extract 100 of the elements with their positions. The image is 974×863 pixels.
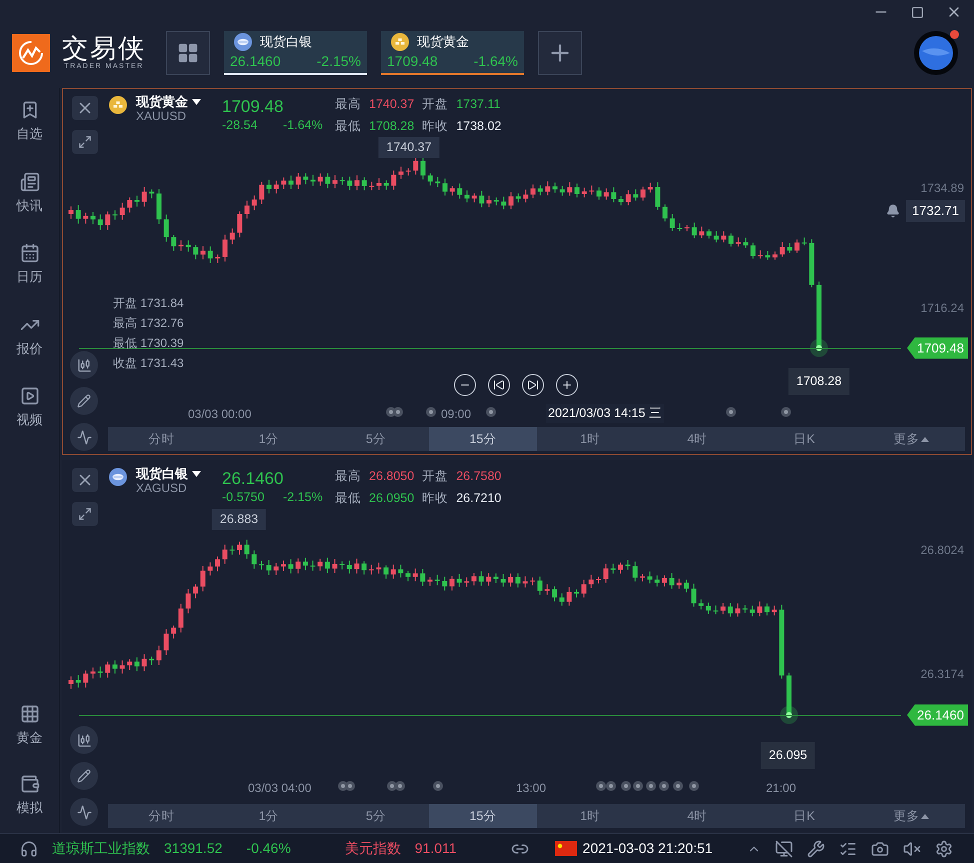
screen-off-icon[interactable] bbox=[774, 840, 793, 858]
datetime: 2021-03-03 21:20:51 bbox=[582, 839, 713, 858]
list-icon[interactable] bbox=[20, 172, 40, 192]
add-button[interactable] bbox=[538, 31, 582, 75]
close-button[interactable] bbox=[72, 468, 98, 492]
quote-price: 1709.48 bbox=[387, 52, 438, 72]
last-price-tag: 26.1460 bbox=[907, 704, 968, 726]
expand-icon[interactable] bbox=[78, 507, 92, 521]
period-tab[interactable]: 1时 bbox=[536, 427, 644, 451]
period-tab[interactable]: 更多 bbox=[858, 804, 965, 828]
alert-price[interactable]: 1732.71 bbox=[906, 200, 965, 222]
ohlc-text: 收盘 1731.43 bbox=[113, 355, 184, 372]
period-tab[interactable]: 分时 bbox=[108, 427, 216, 451]
time-label: 21:00 bbox=[766, 780, 796, 797]
indicator-button[interactable] bbox=[70, 423, 98, 451]
index-name[interactable]: 美元指数 bbox=[344, 838, 401, 859]
sidebar-item[interactable]: 日历 bbox=[16, 267, 42, 286]
settings-icon[interactable] bbox=[934, 840, 953, 858]
quote-tab[interactable]: 现货白银 26.1460 -2.15% bbox=[224, 31, 367, 75]
period-tab[interactable]: 1时 bbox=[536, 804, 644, 828]
period-tab[interactable]: 1分 bbox=[215, 427, 322, 451]
period-tab[interactable]: 日K bbox=[750, 427, 858, 451]
pulse-line-icon[interactable] bbox=[76, 430, 92, 444]
draw-button[interactable] bbox=[70, 387, 98, 415]
mute-icon[interactable] bbox=[902, 840, 921, 858]
period-tab[interactable]: 5分 bbox=[322, 427, 430, 451]
plus-icon[interactable] bbox=[561, 379, 573, 391]
close-button[interactable] bbox=[72, 96, 98, 120]
quote-change: -2.15% bbox=[316, 52, 361, 72]
index-change: -0.46% bbox=[246, 839, 291, 858]
wallet-icon[interactable] bbox=[20, 774, 40, 794]
axis-label: 1716.24 bbox=[920, 300, 964, 317]
stat-label: 最高 bbox=[335, 468, 361, 485]
tools-icon[interactable] bbox=[806, 840, 825, 858]
instrument-symbol: XAUUSD bbox=[136, 108, 186, 125]
instrument-name[interactable]: 现货黄金 bbox=[136, 92, 188, 112]
expand-button[interactable] bbox=[72, 502, 98, 526]
period-tab[interactable]: 4时 bbox=[644, 804, 751, 828]
time-label: 09:00 bbox=[441, 406, 472, 423]
current-price: 1709.48 bbox=[222, 96, 284, 118]
headset-icon[interactable] bbox=[20, 840, 38, 858]
candlestick-icon[interactable] bbox=[76, 732, 92, 748]
ohlc-text: 最低 1730.39 bbox=[113, 335, 184, 352]
period-tab[interactable]: 分时 bbox=[108, 804, 216, 828]
period-tab[interactable]: 日K bbox=[750, 804, 858, 828]
price-tooltip: 1740.37 bbox=[378, 137, 440, 158]
sidebar-item[interactable]: 报价 bbox=[16, 338, 42, 358]
pencil-icon[interactable] bbox=[77, 394, 91, 408]
crosshair-time: 2021/03/03 14:15 三 bbox=[546, 404, 664, 423]
instrument-name[interactable]: 现货白银 bbox=[136, 464, 188, 484]
coin-icon bbox=[234, 32, 252, 50]
skip-back-icon[interactable] bbox=[493, 379, 505, 391]
ohlc-text: 最高 1732.76 bbox=[113, 315, 184, 332]
bell-icon[interactable] bbox=[886, 204, 900, 218]
sidebar-item[interactable]: 快讯 bbox=[16, 196, 42, 215]
pencil-icon[interactable] bbox=[77, 769, 91, 783]
candlestick-button[interactable] bbox=[70, 726, 98, 754]
camera-icon[interactable] bbox=[870, 840, 889, 858]
play-icon[interactable] bbox=[20, 386, 40, 406]
expand-icon[interactable] bbox=[78, 135, 92, 149]
price-change: -0.5750 bbox=[222, 489, 264, 506]
period-tab[interactable]: 更多 bbox=[858, 427, 965, 451]
candlestick-button[interactable] bbox=[70, 351, 98, 379]
caret-icon[interactable] bbox=[192, 98, 201, 105]
time-label: 13:00 bbox=[516, 780, 546, 797]
skip-forward-icon[interactable] bbox=[527, 379, 539, 391]
candlestick-icon[interactable] bbox=[76, 358, 92, 372]
zoom-in-button[interactable] bbox=[556, 374, 578, 396]
next-button[interactable] bbox=[522, 374, 544, 396]
layout-button[interactable] bbox=[166, 31, 210, 75]
period-tab[interactable]: 15分 bbox=[429, 427, 536, 451]
quote-price: 26.1460 bbox=[230, 52, 281, 72]
grid-icon[interactable] bbox=[177, 42, 199, 64]
sidebar-item[interactable]: 模拟 bbox=[16, 798, 42, 817]
stat-value: 26.7580 bbox=[456, 468, 502, 485]
quote-tab[interactable]: 现货黄金 1709.48 -1.64% bbox=[381, 31, 524, 75]
expand-button[interactable] bbox=[72, 130, 98, 154]
pulse-line-icon[interactable] bbox=[76, 804, 92, 820]
avatar[interactable] bbox=[914, 31, 958, 75]
period-tab[interactable]: 15分 bbox=[429, 804, 536, 828]
previous-button[interactable] bbox=[488, 374, 510, 396]
sidebar-item[interactable]: 自选 bbox=[16, 124, 42, 144]
sidebar-item[interactable]: 黄金 bbox=[16, 728, 42, 748]
period-tab[interactable]: 4时 bbox=[644, 427, 751, 451]
calendar-icon[interactable] bbox=[20, 243, 40, 263]
caret-icon[interactable] bbox=[192, 470, 201, 477]
zoom-out-button[interactable] bbox=[454, 374, 476, 396]
maximize-icon[interactable] bbox=[911, 6, 924, 18]
stat-value: 26.0950 bbox=[369, 490, 414, 507]
time-label: 03/03 04:00 bbox=[248, 780, 312, 797]
draw-button[interactable] bbox=[70, 762, 98, 790]
current-price: 26.1460 bbox=[222, 468, 284, 490]
period-tab[interactable]: 1分 bbox=[215, 804, 322, 828]
period-tab[interactable]: 5分 bbox=[322, 804, 430, 828]
sidebar-item[interactable]: 视频 bbox=[16, 410, 42, 430]
indicator-button[interactable] bbox=[70, 798, 98, 826]
index-name[interactable]: 道琼斯工业指数 bbox=[52, 838, 150, 859]
grid-icon[interactable] bbox=[20, 704, 40, 724]
stat-label: 开盘 bbox=[422, 96, 448, 113]
coin-icon bbox=[391, 32, 409, 50]
